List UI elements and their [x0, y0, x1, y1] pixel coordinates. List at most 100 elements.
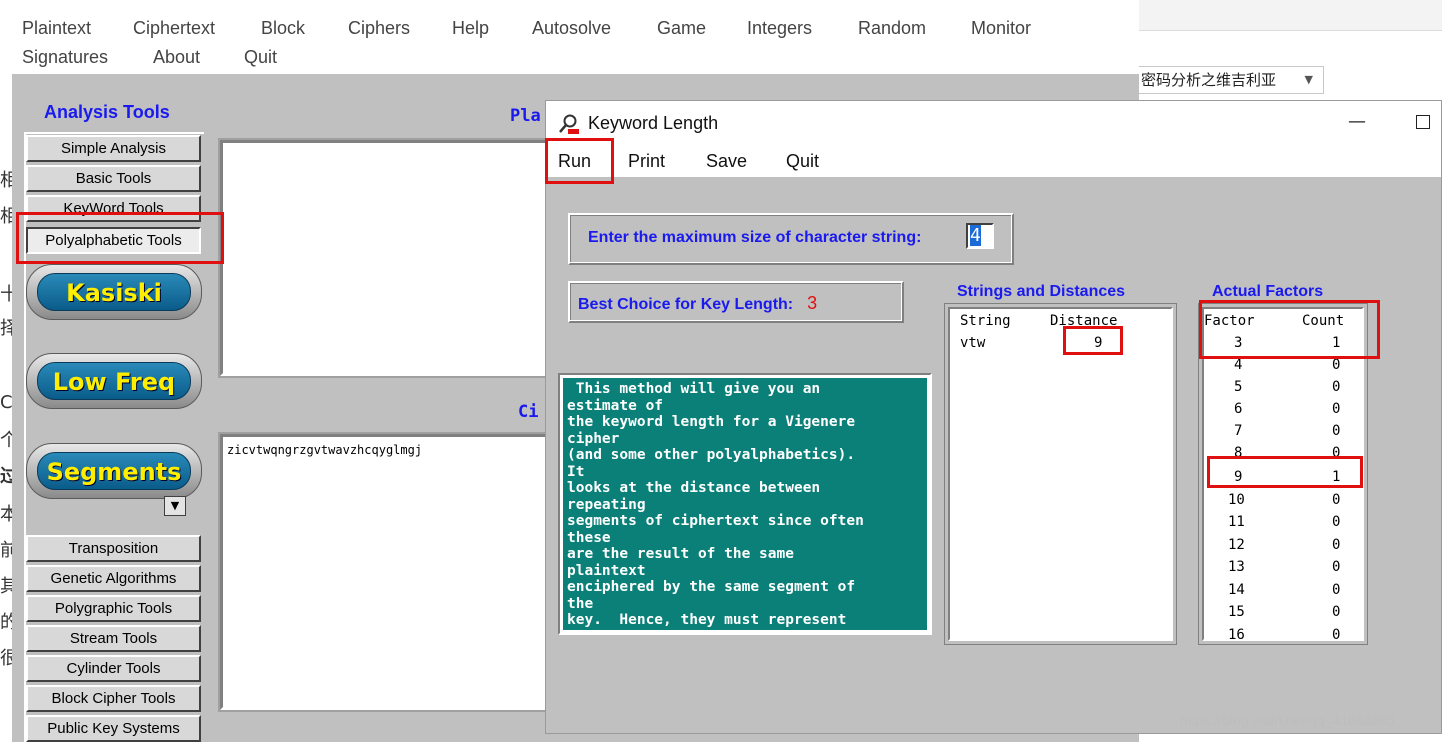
count-cell: 0: [1332, 401, 1341, 417]
table-row: 13 0: [1204, 559, 1362, 581]
menu-integers[interactable]: Integers: [747, 18, 812, 39]
menu-ciphers[interactable]: Ciphers: [348, 18, 410, 39]
best-choice-value: 3: [807, 293, 818, 313]
best-choice-panel: Best Choice for Key Length: 3: [568, 281, 904, 323]
max-size-input[interactable]: 4: [966, 223, 994, 249]
main-menubar: Plaintext Ciphertext Block Ciphers Help …: [12, 0, 1139, 75]
menu-quit[interactable]: Quit: [244, 47, 277, 68]
distance-cell: 9: [1094, 335, 1103, 351]
factor-cell: 15: [1228, 604, 1245, 620]
segments-button[interactable]: Segments: [26, 443, 202, 499]
polyalphabetic-tools-button[interactable]: Polyalphabetic Tools: [26, 227, 201, 254]
count-cell: 0: [1332, 582, 1341, 598]
cylinder-tools-button[interactable]: Cylinder Tools: [26, 655, 201, 682]
factor-cell: 11: [1228, 514, 1245, 530]
kasiski-label: Kasiski: [37, 273, 191, 311]
count-cell: 0: [1332, 604, 1341, 620]
factors-list[interactable]: Factor Count 31 40 50 60 70 80 91 10 0 11…: [1202, 307, 1364, 641]
dialog-titlebar: Keyword Length —: [546, 101, 1441, 145]
keyword-tools-button[interactable]: KeyWord Tools: [26, 195, 201, 222]
strings-list[interactable]: String Distance vtw 9: [948, 307, 1173, 641]
factor-cell: 4: [1234, 357, 1243, 373]
table-row: 12 0: [1204, 537, 1362, 559]
string-column-header: String: [960, 313, 1011, 329]
factors-header-row: Factor Count: [1204, 313, 1362, 335]
low-freq-button[interactable]: Low Freq: [26, 353, 202, 409]
table-row: 60: [1204, 401, 1362, 423]
count-cell: 0: [1332, 514, 1341, 530]
count-cell: 1: [1332, 335, 1341, 351]
table-row: 50: [1204, 379, 1362, 401]
watermark: https://blog.csdn.net/qq_41683305: [1180, 712, 1395, 728]
max-size-panel: Enter the maximum size of character stri…: [568, 213, 1014, 265]
factor-column-header: Factor: [1204, 313, 1255, 329]
factor-cell: 8: [1234, 445, 1243, 461]
maximize-icon[interactable]: [1416, 115, 1430, 129]
menu-random[interactable]: Random: [858, 18, 926, 39]
menu-signatures[interactable]: Signatures: [22, 47, 108, 68]
block-cipher-tools-button[interactable]: Block Cipher Tools: [26, 685, 201, 712]
menu-ciphertext[interactable]: Ciphertext: [133, 18, 215, 39]
count-cell: 1: [1332, 469, 1341, 485]
count-cell: 0: [1332, 627, 1341, 641]
dialog-menubar: Run Print Save Quit: [546, 145, 1441, 177]
count-cell: 0: [1332, 445, 1341, 461]
table-row: 11 0: [1204, 514, 1362, 536]
ciphertext-label: Ci: [518, 402, 539, 422]
dialog-menu-quit[interactable]: Quit: [786, 151, 819, 172]
table-row: vtw 9: [950, 335, 1171, 357]
dialog-menu-run[interactable]: Run: [558, 151, 591, 172]
stream-tools-button[interactable]: Stream Tools: [26, 625, 201, 652]
count-cell: 0: [1332, 379, 1341, 395]
description-box: This method will give you an estimate of…: [558, 373, 932, 635]
article-select[interactable]: 密码分析之维吉利亚 ▼: [1136, 66, 1324, 94]
ciphertext-area[interactable]: zicvtwqngrzgvtwavzhcqyglmgj: [220, 434, 560, 710]
menu-monitor[interactable]: Monitor: [971, 18, 1031, 39]
factor-cell: 5: [1234, 379, 1243, 395]
table-row: 16 0: [1204, 627, 1362, 641]
basic-tools-button[interactable]: Basic Tools: [26, 165, 201, 192]
segments-dropdown-arrow-icon[interactable]: ▼: [164, 496, 186, 516]
polygraphic-tools-button[interactable]: Polygraphic Tools: [26, 595, 201, 622]
table-row: 80: [1204, 445, 1362, 467]
transposition-button[interactable]: Transposition: [26, 535, 201, 562]
magnifier-icon: [559, 114, 579, 134]
dialog-menu-print[interactable]: Print: [628, 151, 665, 172]
menu-about[interactable]: About: [153, 47, 200, 68]
table-row: 70: [1204, 423, 1362, 445]
ciphertext-value: zicvtwqngrzgvtwavzhcqyglmgj: [227, 443, 423, 457]
table-row: 91: [1204, 469, 1362, 491]
menu-help[interactable]: Help: [452, 18, 489, 39]
low-freq-label: Low Freq: [37, 362, 191, 400]
simple-analysis-button[interactable]: Simple Analysis: [26, 135, 201, 162]
strings-header-row: String Distance: [950, 313, 1171, 335]
genetic-algorithms-button[interactable]: Genetic Algorithms: [26, 565, 201, 592]
background-page-left: 相 相 十 择 C 个 过 本 前 其 的 很: [0, 0, 14, 742]
factor-cell: 12: [1228, 537, 1245, 553]
count-cell: 0: [1332, 537, 1341, 553]
menu-plaintext[interactable]: Plaintext: [22, 18, 91, 39]
dialog-menu-save[interactable]: Save: [706, 151, 747, 172]
public-key-systems-button[interactable]: Public Key Systems: [26, 715, 201, 742]
factors-title: Actual Factors: [1212, 283, 1324, 300]
factor-cell: 16: [1228, 627, 1245, 641]
segments-label: Segments: [37, 452, 191, 490]
dialog-title: Keyword Length: [588, 113, 719, 133]
menu-autosolve[interactable]: Autosolve: [532, 18, 611, 39]
factor-cell: 13: [1228, 559, 1245, 575]
kasiski-button[interactable]: Kasiski: [26, 264, 202, 320]
plaintext-area[interactable]: [220, 140, 560, 376]
description-text: This method will give you an estimate of…: [563, 378, 927, 630]
browser-top-strip: [1138, 0, 1442, 31]
factor-cell: 9: [1234, 469, 1243, 485]
factor-cell: 10: [1228, 492, 1245, 508]
article-select-value: 密码分析之维吉利亚: [1141, 71, 1277, 89]
menu-game[interactable]: Game: [657, 18, 706, 39]
minimize-icon[interactable]: —: [1346, 111, 1368, 133]
strings-title: Strings and Distances: [957, 283, 1126, 300]
table-row: 31: [1204, 335, 1362, 357]
menu-block[interactable]: Block: [261, 18, 305, 39]
keyword-length-dialog: Keyword Length — Run Print Save Quit Ent…: [545, 100, 1442, 734]
count-cell: 0: [1332, 357, 1341, 373]
dialog-body: Enter the maximum size of character stri…: [546, 177, 1441, 733]
